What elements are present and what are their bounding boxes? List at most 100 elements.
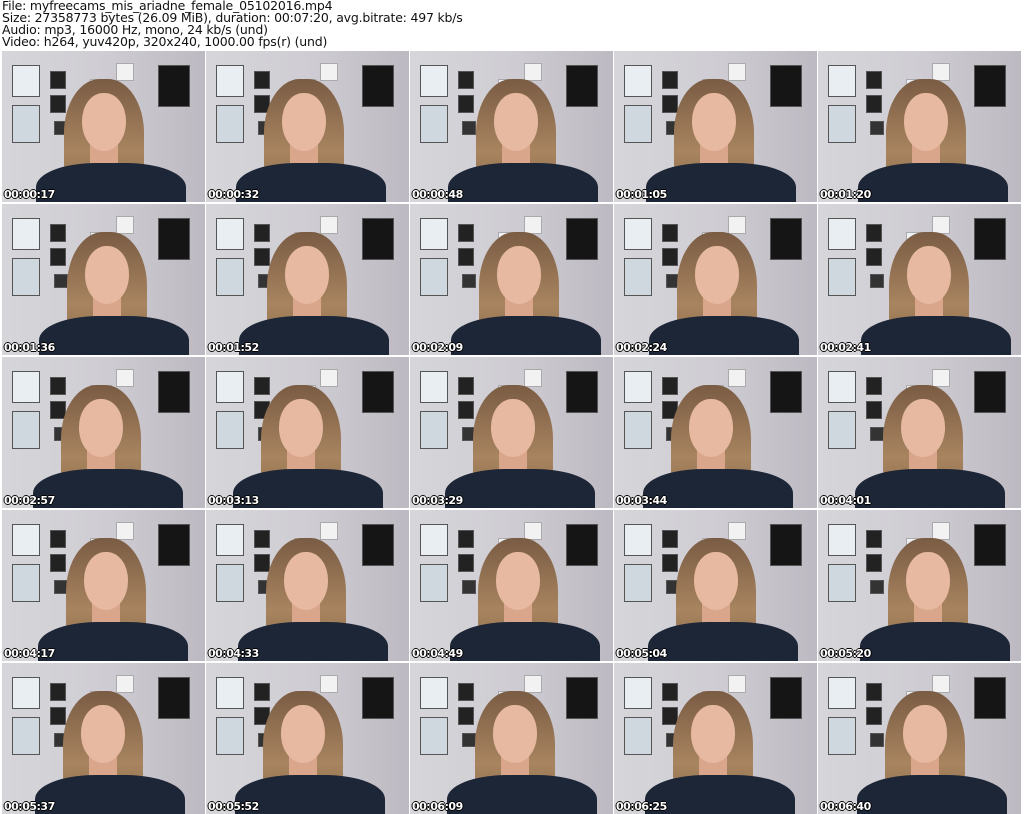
timestamp-label: 00:00:17: [4, 188, 55, 201]
video-thumbnail: 00:05:37: [2, 663, 205, 814]
person-figure: [2, 51, 205, 202]
shirt: [861, 316, 1011, 355]
face: [906, 552, 950, 610]
timestamp-label: 00:04:33: [208, 647, 259, 660]
face: [85, 246, 129, 304]
video-thumbnail: 00:00:17: [2, 51, 205, 202]
video-thumbnail: 00:02:09: [410, 204, 613, 355]
file-info-header: File: myfreecams_mis_ariadne_female_0510…: [2, 0, 463, 48]
person-figure: [417, 204, 613, 355]
person-figure: [5, 204, 205, 355]
timestamp-label: 00:01:20: [820, 188, 871, 201]
shirt: [445, 469, 595, 508]
shirt: [36, 163, 186, 202]
person-figure: [414, 51, 613, 202]
shirt: [239, 316, 389, 355]
timestamp-label: 00:01:52: [208, 341, 259, 354]
person-figure: [2, 357, 202, 508]
video-info: Video: h264, yuv420p, 320x240, 1000.00 f…: [2, 34, 328, 49]
shirt: [451, 316, 601, 355]
timestamp-label: 00:00:48: [412, 188, 463, 201]
person-figure: [206, 357, 402, 508]
timestamp-label: 00:01:05: [616, 188, 667, 201]
face: [491, 399, 535, 457]
video-thumbnail: 00:04:17: [2, 510, 205, 661]
video-thumbnail: 00:05:52: [206, 663, 409, 814]
timestamp-label: 00:06:09: [412, 800, 463, 813]
timestamp-label: 00:03:29: [412, 494, 463, 507]
person-figure: [614, 357, 812, 508]
shirt: [447, 775, 597, 814]
video-thumbnail: 00:01:52: [206, 204, 409, 355]
person-figure: [823, 663, 1021, 814]
person-figure: [4, 510, 205, 661]
shirt: [857, 775, 1007, 814]
video-thumbnail: 00:02:24: [614, 204, 817, 355]
shirt: [238, 622, 388, 661]
timestamp-label: 00:05:37: [4, 800, 55, 813]
video-thumbnail: 00:01:36: [2, 204, 205, 355]
person-figure: [614, 510, 817, 661]
timestamp-label: 00:06:25: [616, 800, 667, 813]
shirt: [858, 163, 1008, 202]
video-thumbnail: 00:05:04: [614, 510, 817, 661]
timestamp-label: 00:02:09: [412, 341, 463, 354]
video-thumbnail: 00:01:20: [818, 51, 1021, 202]
face: [493, 705, 537, 763]
thumbnail-grid: 00:00:17 00:00:32 00:00:48 00:01:05 00:0…: [2, 51, 1021, 814]
face: [689, 399, 733, 457]
shirt: [649, 316, 799, 355]
face: [281, 705, 325, 763]
video-thumbnail: 00:04:49: [410, 510, 613, 661]
timestamp-label: 00:05:20: [820, 647, 871, 660]
face: [903, 705, 947, 763]
video-thumbnail: 00:04:33: [206, 510, 409, 661]
video-thumbnail: 00:00:32: [206, 51, 409, 202]
timestamp-label: 00:01:36: [4, 341, 55, 354]
face: [81, 705, 125, 763]
person-figure: [827, 204, 1021, 355]
video-thumbnail: 00:03:44: [614, 357, 817, 508]
timestamp-label: 00:05:52: [208, 800, 259, 813]
face: [279, 399, 323, 457]
person-figure: [614, 51, 815, 202]
timestamp-label: 00:00:32: [208, 188, 259, 201]
person-figure: [614, 663, 814, 814]
video-thumbnail: 00:03:13: [206, 357, 409, 508]
shirt: [646, 163, 796, 202]
person-figure: [824, 51, 1021, 202]
face: [82, 93, 126, 151]
timestamp-label: 00:04:01: [820, 494, 871, 507]
face: [84, 552, 128, 610]
person-figure: [615, 204, 817, 355]
shirt: [860, 622, 1010, 661]
shirt: [450, 622, 600, 661]
video-thumbnail: 00:00:48: [410, 51, 613, 202]
person-figure: [206, 204, 408, 355]
shirt: [38, 622, 188, 661]
shirt: [39, 316, 189, 355]
face: [695, 246, 739, 304]
timestamp-label: 00:04:17: [4, 647, 55, 660]
face: [904, 93, 948, 151]
video-thumbnail: 00:02:57: [2, 357, 205, 508]
person-figure: [206, 51, 405, 202]
face: [285, 246, 329, 304]
video-thumbnail: 00:06:40: [818, 663, 1021, 814]
timestamp-label: 00:06:40: [820, 800, 871, 813]
timestamp-label: 00:02:24: [616, 341, 667, 354]
person-figure: [206, 510, 407, 661]
face: [494, 93, 538, 151]
timestamp-label: 00:02:57: [4, 494, 55, 507]
timestamp-label: 00:04:49: [412, 647, 463, 660]
person-figure: [413, 663, 613, 814]
face: [694, 552, 738, 610]
face: [497, 246, 541, 304]
shirt: [855, 469, 1005, 508]
video-thumbnail: 00:02:41: [818, 204, 1021, 355]
face: [282, 93, 326, 151]
shirt: [33, 469, 183, 508]
person-figure: [411, 357, 613, 508]
face: [901, 399, 945, 457]
timestamp-label: 00:02:41: [820, 341, 871, 354]
